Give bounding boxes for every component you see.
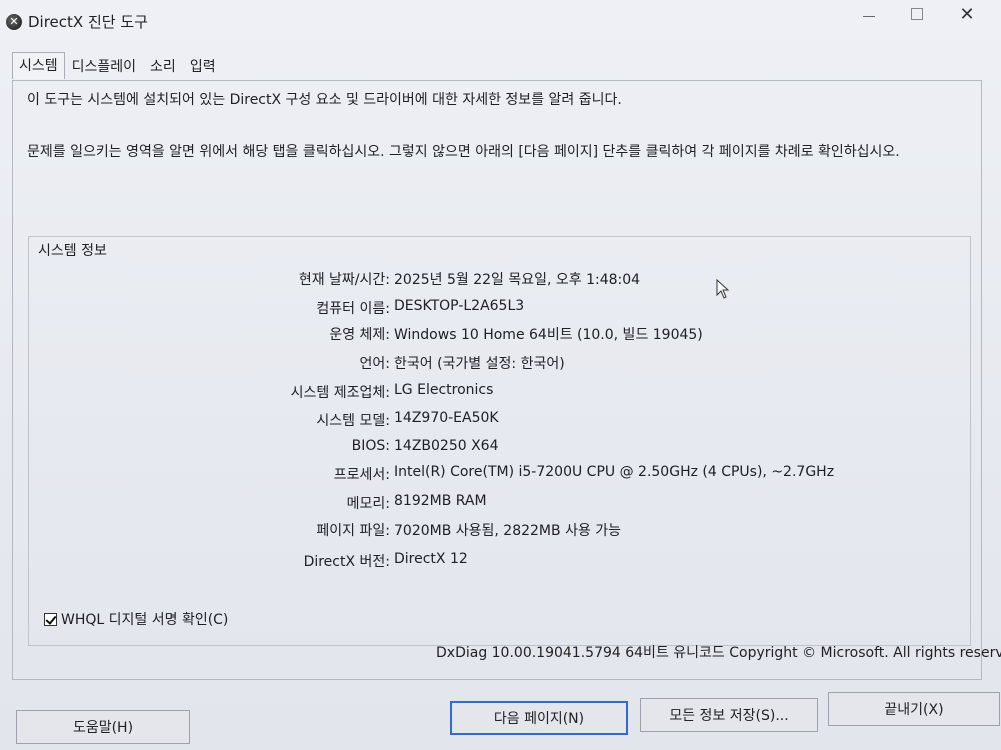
info-row-os: 운영 체제: Windows 10 Home 64비트 (10.0, 빌드 19… [0, 324, 1001, 346]
info-value: Windows 10 Home 64비트 (10.0, 빌드 19045) [394, 327, 703, 343]
minimize-icon [863, 15, 875, 17]
info-value: Intel(R) Core(TM) i5-7200U CPU @ 2.50GHz… [394, 464, 835, 480]
dxdiag-window: ✕ DirectX 진단 도구 ✕ 시스템 디스플레이 소리 입력 이 도구는 … [0, 0, 1001, 750]
info-value: 2025년 5월 22일 목요일, 오후 1:48:04 [394, 272, 641, 288]
info-label: 컴퓨터 이름: [316, 301, 390, 317]
info-value: 8192MB RAM [394, 493, 487, 509]
info-row-memory: 메모리: 8192MB RAM [0, 493, 1001, 515]
info-row-page-file: 페이지 파일: 7020MB 사용됨, 2822MB 사용 가능 [0, 520, 1001, 542]
mouse-pointer-icon [716, 279, 730, 299]
tab-system[interactable]: 시스템 [12, 52, 65, 79]
whql-label: WHQL 디지털 서명 확인(C) [61, 612, 229, 628]
minimize-button[interactable] [846, 0, 892, 28]
tab-bar: 시스템 디스플레이 소리 입력 [12, 52, 223, 80]
info-label: 현재 날짜/시간: [298, 272, 390, 288]
info-row-manufacturer: 시스템 제조업체: LG Electronics [0, 382, 1001, 404]
info-value: DirectX 12 [394, 551, 468, 567]
system-info-title: 시스템 정보 [38, 243, 107, 259]
maximize-button[interactable] [894, 0, 940, 28]
close-icon: ✕ [959, 3, 975, 25]
info-row-model: 시스템 모델: 14Z970-EA50K [0, 410, 1001, 432]
version-copyright: DxDiag 10.00.19041.5794 64비트 유니코드 Copyri… [436, 645, 1001, 661]
help-button[interactable]: 도움말(H) [16, 710, 190, 744]
whql-checkbox[interactable]: WHQL 디지털 서명 확인(C) [44, 609, 228, 629]
info-label: 언어: [359, 356, 390, 372]
info-row-directx-version: DirectX 버전: DirectX 12 [0, 551, 1001, 573]
info-label: 메모리: [346, 496, 390, 512]
window-title: DirectX 진단 도구 [28, 13, 148, 31]
info-row-language: 언어: 한국어 (국가별 설정: 한국어) [0, 353, 1001, 375]
intro-text: 이 도구는 시스템에 설치되어 있는 DirectX 구성 요소 및 드라이버에… [27, 92, 622, 108]
info-label: BIOS: [351, 438, 390, 454]
info-label: DirectX 버전: [303, 554, 390, 570]
close-button[interactable]: ✕ [944, 0, 990, 28]
info-value: 한국어 (국가별 설정: 한국어) [394, 356, 565, 372]
info-label: 시스템 모델: [316, 413, 390, 429]
tab-sound[interactable]: 소리 [143, 54, 183, 79]
info-row-bios: BIOS: 14ZB0250 X64 [0, 438, 1001, 460]
title-bar[interactable]: ✕ DirectX 진단 도구 ✕ [0, 0, 1001, 40]
info-row-datetime: 현재 날짜/시간: 2025년 5월 22일 목요일, 오후 1:48:04 [0, 269, 1001, 291]
save-all-info-button[interactable]: 모든 정보 저장(S)... [640, 698, 818, 732]
maximize-icon [911, 8, 923, 20]
info-value: DESKTOP-L2A65L3 [394, 298, 525, 314]
info-row-processor: 프로세서: Intel(R) Core(TM) i5-7200U CPU @ 2… [0, 464, 1001, 486]
info-label: 운영 체제: [329, 327, 390, 343]
info-label: 프로세서: [333, 467, 390, 483]
info-value: 14ZB0250 X64 [394, 438, 499, 454]
info-value: LG Electronics [394, 382, 494, 398]
info-row-computer-name: 컴퓨터 이름: DESKTOP-L2A65L3 [0, 298, 1001, 320]
tab-display[interactable]: 디스플레이 [65, 54, 143, 79]
checkbox-checked-icon[interactable] [44, 612, 57, 626]
directx-icon: ✕ [6, 14, 22, 30]
info-label: 페이지 파일: [316, 523, 390, 539]
exit-button[interactable]: 끝내기(X) [828, 692, 1000, 726]
tab-input[interactable]: 입력 [183, 54, 223, 79]
info-label: 시스템 제조업체: [290, 385, 390, 401]
info-value: 7020MB 사용됨, 2822MB 사용 가능 [394, 523, 622, 539]
next-page-button[interactable]: 다음 페이지(N) [450, 701, 628, 735]
instruction-text: 문제를 일으키는 영역을 알면 위에서 해당 탭을 클릭하십시오. 그렇지 않으… [27, 144, 900, 160]
info-value: 14Z970-EA50K [394, 410, 499, 426]
